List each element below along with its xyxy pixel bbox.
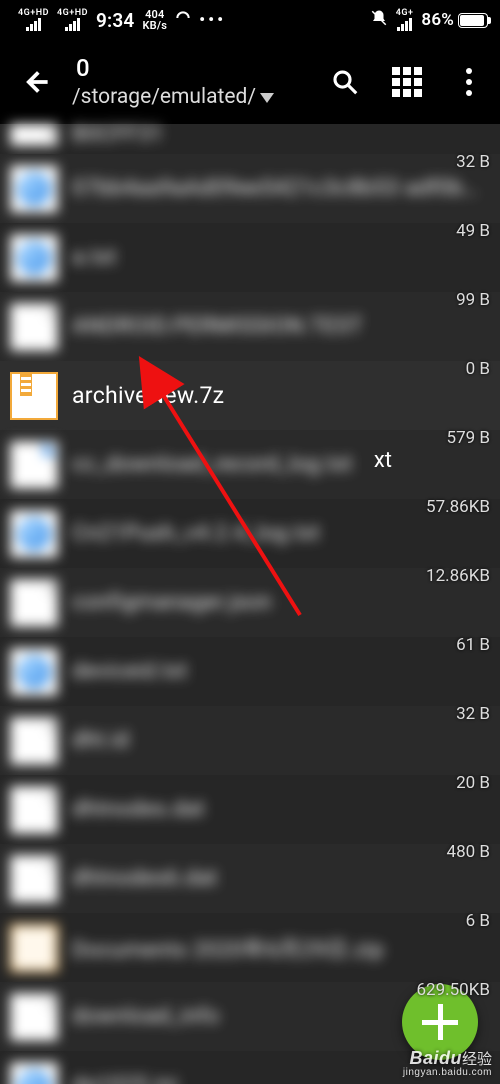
file-size: 49 B (456, 221, 490, 241)
file-thumb-archive-icon (10, 372, 58, 420)
file-thumb-globe-icon (10, 648, 58, 696)
file-row[interactable]: dht.id20 B (0, 706, 500, 775)
file-size: 61 B (456, 635, 490, 655)
file-name: archiveNew.7z (72, 382, 224, 409)
file-thumb-doc-icon (10, 993, 58, 1041)
file-row[interactable]: 07bb4aa9aAd09ee5421c3c8b53 adf0b8.id.txt… (0, 154, 500, 223)
signal-2-icon: 4G+HD (57, 9, 88, 31)
file-name: cc_download_record_log.txt (72, 452, 353, 477)
file-size: 32 B (456, 704, 490, 724)
file-thumb-doc-icon (10, 786, 58, 834)
file-size: 480 B (447, 842, 490, 862)
search-icon (330, 67, 360, 97)
file-size: 0 B (466, 359, 490, 379)
file-thumb-doc-icon (10, 579, 58, 627)
file-size: 6 B (466, 911, 490, 931)
status-right: 4G+ 86% (370, 9, 488, 32)
file-row[interactable]: archiveNew.7z579 B (0, 361, 500, 430)
file-row[interactable]: deviceid.txt32 B (0, 637, 500, 706)
grid-icon (392, 67, 422, 97)
watermark: Baidu经验 jingyan.baidu.com (403, 1049, 492, 1078)
overflow-menu-button[interactable] (442, 55, 496, 109)
file-thumb-globe-icon (10, 165, 58, 213)
file-row[interactable]: configmanager.json61 B (0, 568, 500, 637)
kebab-icon (466, 68, 472, 96)
file-row[interactable]: cc_download_record_log.txt57.86KB (0, 430, 500, 499)
file-size: 32 B (456, 152, 490, 172)
file-row[interactable]: dhtnodes6.dat6 B (0, 844, 500, 913)
net-speed: 404 KB/s (142, 9, 167, 31)
current-path: /storage/emulated/ (72, 84, 256, 111)
file-name: download_info (72, 1004, 219, 1029)
file-thumb-archive-big-icon (10, 924, 58, 972)
dropdown-icon (260, 93, 274, 103)
file-name: Cn21Push_v4.2.4_log.txt (72, 521, 320, 546)
file-row[interactable]: ANDROID.PERMISSION.TEST0 B (0, 292, 500, 361)
file-name: dhtnodes.dat (72, 797, 205, 822)
file-thumb-globe-icon (10, 1062, 58, 1084)
file-thumb-doc-icon (10, 303, 58, 351)
file-thumb-globe-icon (10, 234, 58, 282)
file-size: 99 B (456, 290, 490, 310)
bell-off-icon (370, 9, 388, 32)
clock: 9:34 (96, 9, 135, 32)
file-size: 579 B (447, 428, 490, 448)
file-name: Documents 2020年6月29日.zip (72, 932, 384, 964)
file-name: B0CFF31 (72, 122, 164, 147)
file-name: configmanager.json (72, 590, 272, 615)
selection-count: 0 (72, 53, 310, 84)
battery: 86% (421, 10, 488, 30)
file-name: a.txt (72, 245, 117, 270)
file-row[interactable]: Cn21Push_v4.2.4_log.txt12.86KB (0, 499, 500, 568)
signal-1-icon: 4G+HD (18, 9, 49, 31)
file-thumb-globe-icon (10, 510, 58, 558)
file-name: 07bb4aa9aAd09ee5421c3c8b53 adf0b8.id.txt (72, 176, 490, 201)
file-thumb-doc-icon (10, 124, 58, 146)
battery-pct: 86% (421, 10, 454, 30)
signal-3-icon: 4G+ (396, 9, 414, 31)
back-arrow-icon (22, 67, 52, 97)
hotspot-icon (175, 10, 191, 31)
file-row[interactable]: dhtnodes.dat480 B (0, 775, 500, 844)
back-button[interactable] (10, 55, 64, 109)
file-name: dhtnodes6.dat (72, 866, 217, 891)
file-list[interactable]: B0CFF3132 B07bb4aa9aAd09ee5421c3c8b53 ad… (0, 124, 500, 1084)
file-name: dq1025.ini (72, 1073, 178, 1084)
file-name: dht.id (72, 728, 129, 753)
status-bar: 4G+HD 4G+HD 9:34 404 KB/s ••• 4G+ 86% (0, 0, 500, 40)
file-size: 57.86KB (426, 497, 490, 517)
more-icon: ••• (199, 10, 226, 30)
status-left: 4G+HD 4G+HD 9:34 404 KB/s ••• (18, 9, 226, 32)
view-toggle-button[interactable] (380, 55, 434, 109)
search-button[interactable] (318, 55, 372, 109)
file-size: 20 B (456, 773, 490, 793)
file-row[interactable]: a.txt99 B (0, 223, 500, 292)
file-thumb-doc-blue-icon (10, 441, 58, 489)
battery-icon (458, 13, 488, 28)
file-size: 12.86KB (426, 566, 490, 586)
file-name: deviceid.txt (72, 659, 188, 684)
app-bar: 0 /storage/emulated/ (0, 40, 500, 124)
file-name: ANDROID.PERMISSION.TEST (72, 314, 363, 339)
file-size: 629.50KB (416, 980, 490, 1000)
file-thumb-doc-icon (10, 855, 58, 903)
file-row[interactable]: B0CFF3132 B (0, 124, 500, 154)
breadcrumb[interactable]: 0 /storage/emulated/ (72, 53, 310, 111)
file-row[interactable]: Documents 2020年6月29日.zip629.50KB (0, 913, 500, 982)
file-thumb-doc-icon (10, 717, 58, 765)
